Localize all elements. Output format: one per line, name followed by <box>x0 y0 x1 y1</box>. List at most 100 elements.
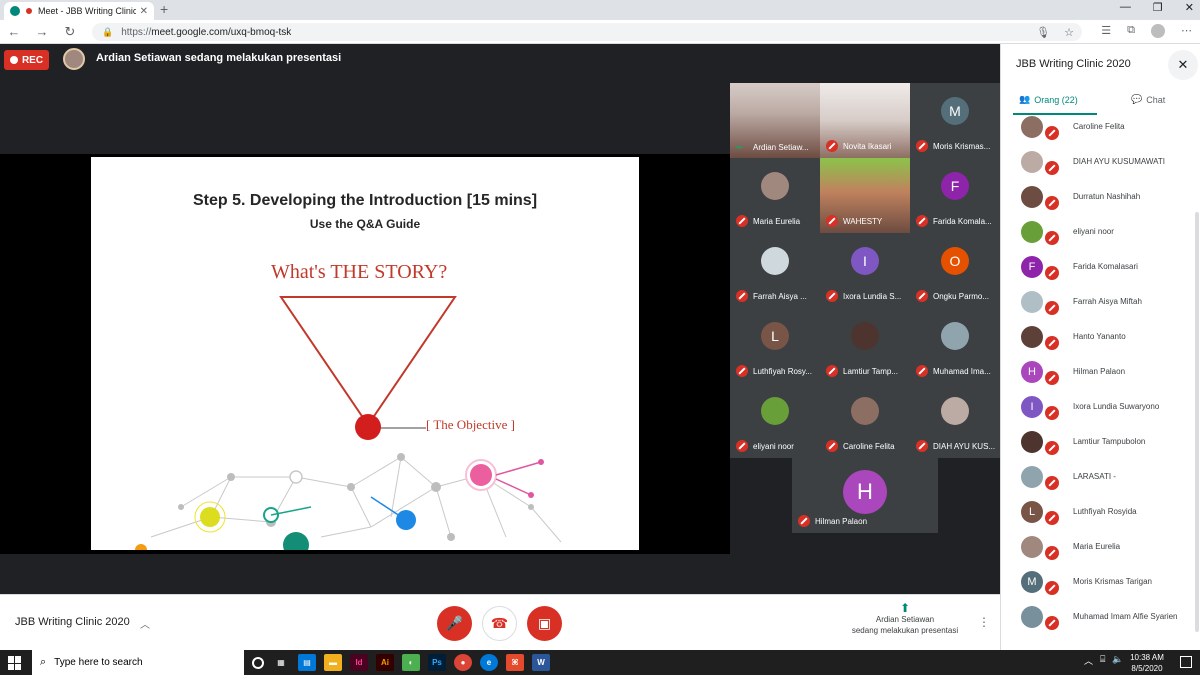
participant-tile[interactable]: WAHESTY <box>820 158 910 233</box>
participant-tile[interactable]: I Ixora Lundia S... <box>820 233 910 308</box>
list-item[interactable]: Muhamad Imam Alfie Syarien <box>1001 606 1200 641</box>
list-item[interactable]: H Hilman Palaon <box>1001 361 1200 396</box>
person-avatar: H <box>1021 361 1043 383</box>
list-item[interactable]: LARASATI - <box>1001 466 1200 501</box>
mic-off-icon <box>1045 476 1059 490</box>
mic-off-icon <box>1045 231 1059 245</box>
list-item[interactable]: Maria Eurelia <box>1001 536 1200 571</box>
list-item[interactable]: Caroline Felita <box>1001 116 1200 151</box>
camera-toggle-button[interactable]: ▣ <box>527 606 562 641</box>
participant-avatar: M <box>941 97 969 125</box>
list-item[interactable]: F Farida Komalasari <box>1001 256 1200 291</box>
tab-chat-label: Chat <box>1146 94 1166 105</box>
profile-avatar[interactable] <box>1151 24 1165 38</box>
list-item[interactable]: M Moris Krismas Tarigan <box>1001 571 1200 606</box>
maximize-icon[interactable]: ❐ <box>1153 1 1163 14</box>
presentation-status[interactable]: ⬆ Ardian Setiawan sedang melakukan prese… <box>840 602 970 636</box>
close-panel-button[interactable]: ✕ <box>1168 50 1198 80</box>
forward-icon[interactable]: → <box>28 24 56 39</box>
windows-start-icon[interactable] <box>8 656 22 670</box>
illustrator-icon[interactable]: Ai <box>376 654 394 671</box>
window-close-icon[interactable]: ✕ <box>1185 1 1194 14</box>
mic-off-icon <box>1045 301 1059 315</box>
participant-tile[interactable]: ••• Ardian Setiaw... <box>730 83 820 158</box>
edge-icon[interactable]: e <box>480 654 498 671</box>
tray-chevron-icon[interactable]: ︿ <box>1084 654 1093 667</box>
participant-photo <box>761 397 789 425</box>
person-name: LARASATI - <box>1073 472 1116 481</box>
browser-tab-bar: Meet - JBB Writing Clinic 20 ✕ + — ❐ ✕ <box>0 0 1200 20</box>
photoshop-icon[interactable]: Ps <box>428 654 446 671</box>
participant-tile[interactable]: Caroline Felita <box>820 383 910 458</box>
tab-chat[interactable]: 💬 Chat <box>1131 94 1165 105</box>
list-item[interactable]: Farrah Aisya Miftah <box>1001 291 1200 326</box>
mic-off-icon <box>1045 406 1059 420</box>
taskbar-search[interactable]: ⌕ Type here to search <box>32 650 244 675</box>
store-icon[interactable]: ▤ <box>298 654 316 671</box>
new-tab-icon[interactable]: + <box>160 1 168 17</box>
list-item[interactable]: Hanto Yananto <box>1001 326 1200 361</box>
list-item[interactable]: L Luthfiyah Rosyida <box>1001 501 1200 536</box>
meeting-title[interactable]: JBB Writing Clinic 2020 <box>15 616 130 628</box>
browser-tab[interactable]: Meet - JBB Writing Clinic 20 ✕ <box>4 2 154 20</box>
notification-icon[interactable] <box>1180 656 1192 668</box>
mic-off-icon: 🎤 <box>445 615 464 631</box>
chrome-icon[interactable]: ● <box>454 654 472 671</box>
collections-icon[interactable]: ⧉ <box>1127 24 1135 38</box>
address-bar[interactable]: 🔒 https://meet.google.com/uxq-bmoq-tsk 🎙… <box>92 23 1082 41</box>
mic-toggle-button[interactable]: 🎤 <box>437 606 472 641</box>
microphone-icon[interactable]: 🎙 <box>1036 26 1050 39</box>
participant-tile[interactable]: DIAH AYU KUS... <box>910 383 1000 458</box>
indesign-icon[interactable]: Id <box>350 654 368 671</box>
list-item[interactable]: Durratun Nashihah <box>1001 186 1200 221</box>
participant-tile[interactable]: eliyani noor <box>730 383 820 458</box>
participant-tile[interactable]: F Farida Komala... <box>910 158 1000 233</box>
people-panel: JBB Writing Clinic 2020 ✕ 👥 Orang (22) 💬… <box>1000 44 1200 650</box>
participant-tile[interactable]: Maria Eurelia <box>730 158 820 233</box>
acrobat-icon[interactable]: ⌘ <box>506 654 524 671</box>
mic-off-icon <box>1045 196 1059 210</box>
person-name: Farida Komalasari <box>1073 262 1138 271</box>
task-view-icon[interactable]: ▦ <box>272 654 290 671</box>
reload-icon[interactable]: ↻ <box>56 24 84 40</box>
participant-grid: ••• Ardian Setiaw... Novita Ikasari M Mor… <box>730 83 1000 533</box>
volume-icon[interactable]: 🔈 <box>1112 654 1123 667</box>
url-text: meet.google.com/uxq-bmoq-tsk <box>151 26 292 38</box>
list-item[interactable]: eliyani noor <box>1001 221 1200 256</box>
participant-tile[interactable]: L Luthfiyah Rosy... <box>730 308 820 383</box>
word-icon[interactable]: W <box>532 654 550 671</box>
list-item[interactable]: DIAH AYU KUSUMAWATI <box>1001 151 1200 186</box>
participant-name: Luthfiyah Rosy... <box>753 366 812 376</box>
more-options-icon[interactable]: ⋮ <box>978 615 990 629</box>
person-avatar <box>1021 116 1043 138</box>
back-icon[interactable]: ← <box>0 24 28 39</box>
participant-tile[interactable]: Lamtiur Tamp... <box>820 308 910 383</box>
participant-tile[interactable]: H Hilman Palaon <box>792 458 938 533</box>
person-avatar <box>1021 606 1043 628</box>
participant-tile[interactable]: Novita Ikasari <box>820 83 910 158</box>
participant-tile[interactable]: Farrah Aisya ... <box>730 233 820 308</box>
bookmark-star-icon[interactable]: ☆ <box>1064 26 1074 39</box>
browser-menu-icon[interactable]: ⋯ <box>1181 24 1192 38</box>
list-item[interactable]: Lamtiur Tampubolon <box>1001 431 1200 466</box>
tab-people[interactable]: 👥 Orang (22) <box>1019 94 1078 105</box>
mic-off-icon <box>1045 266 1059 280</box>
chevron-up-icon[interactable]: ︿ <box>140 616 150 631</box>
leave-call-button[interactable]: ☎ <box>482 606 517 641</box>
search-placeholder: Type here to search <box>54 657 143 668</box>
list-item[interactable]: I Ixora Lundia Suwaryono <box>1001 396 1200 431</box>
participant-name: Ardian Setiaw... <box>753 143 809 152</box>
minimize-icon[interactable]: — <box>1120 1 1131 14</box>
participant-tile[interactable]: Muhamad Ima... <box>910 308 1000 383</box>
paint-icon[interactable]: ◐ <box>402 654 420 671</box>
taskbar-clock[interactable]: 10:38 AM 8/5/2020 <box>1124 652 1170 674</box>
network-icon[interactable]: ⌸ <box>1100 654 1105 667</box>
cortana-icon[interactable] <box>252 657 264 669</box>
chat-icon: 💬 <box>1131 94 1143 104</box>
participant-tile[interactable]: M Moris Krismas... <box>910 83 1000 158</box>
close-tab-icon[interactable]: ✕ <box>140 6 148 17</box>
reading-list-icon[interactable]: ☰ <box>1101 24 1111 38</box>
panel-scrollbar[interactable] <box>1195 212 1199 632</box>
file-explorer-icon[interactable]: ▬ <box>324 654 342 671</box>
participant-tile[interactable]: O Ongku Parmo... <box>910 233 1000 308</box>
